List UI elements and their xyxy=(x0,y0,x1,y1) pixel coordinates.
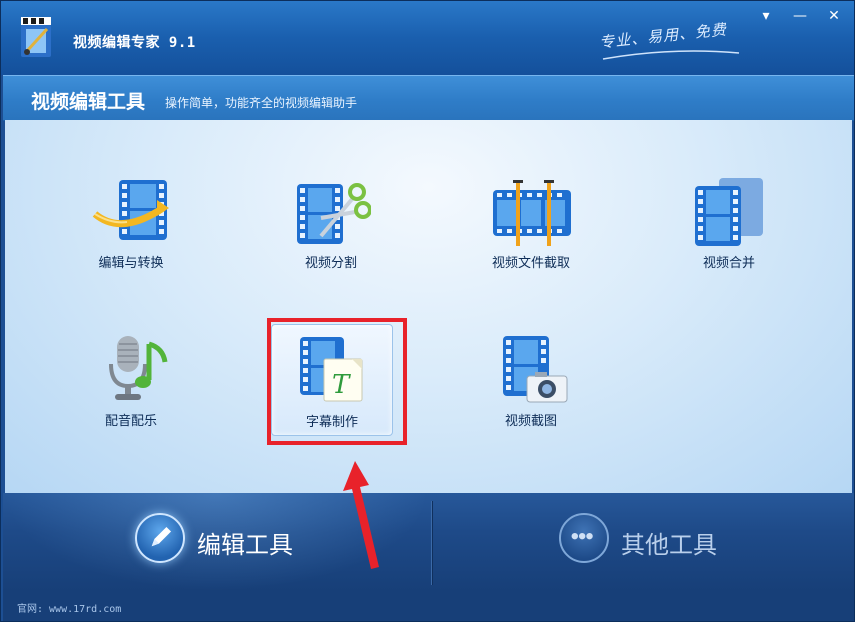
film-merge-icon xyxy=(695,178,763,246)
website-link[interactable]: 官网: www.17rd.com xyxy=(17,600,121,615)
footer: 官网: www.17rd.com xyxy=(3,591,854,621)
tool-video-merge[interactable]: 视频合并 xyxy=(667,178,791,288)
bottom-divider xyxy=(431,501,432,585)
highlight-box xyxy=(267,318,407,445)
tool-grid: 编辑与转换 视频分割 视频文件截取 视频合并 配音配乐 T 字幕制作 视频截图 xyxy=(5,120,852,493)
menu-dropdown-button[interactable]: ▾ xyxy=(755,7,777,25)
section-subtitle: 操作简单，功能齐全的视频编辑助手 xyxy=(165,96,358,110)
tool-label: 视频截图 xyxy=(504,414,557,429)
edit-tools-label: 编辑工具 xyxy=(197,531,293,559)
film-trim-icon xyxy=(493,180,571,246)
tool-video-trim[interactable]: 视频文件截取 xyxy=(469,178,593,288)
title-bar[interactable]: 视频编辑专家 9.1 专业、易用、免费 ▾ — ✕ xyxy=(1,1,854,75)
tool-label: 编辑与转换 xyxy=(98,256,164,271)
other-tools-button[interactable]: 其他工具 xyxy=(559,513,779,569)
tool-label: 配音配乐 xyxy=(104,414,157,429)
edit-tools-button[interactable]: 编辑工具 xyxy=(135,513,355,569)
tool-video-split[interactable]: 视频分割 xyxy=(269,178,393,288)
tool-video-screenshot[interactable]: 视频截图 xyxy=(469,336,593,446)
slogan-swoosh-icon xyxy=(602,50,740,60)
minimize-button[interactable]: — xyxy=(789,7,811,25)
other-tools-label: 其他工具 xyxy=(621,531,717,559)
microphone-music-icon xyxy=(109,336,168,400)
tool-label: 视频文件截取 xyxy=(491,256,570,271)
film-convert-icon xyxy=(92,180,169,240)
more-dots-icon xyxy=(559,513,609,563)
section-title: 视频编辑工具 xyxy=(31,91,146,113)
pencil-icon xyxy=(135,513,185,563)
section-header: 视频编辑工具 操作简单，功能齐全的视频编辑助手 xyxy=(3,75,854,121)
tool-label: 视频分割 xyxy=(304,256,357,271)
tool-dubbing-music[interactable]: 配音配乐 xyxy=(69,336,193,446)
close-button[interactable]: ✕ xyxy=(823,7,845,25)
app-logo-icon xyxy=(21,17,51,57)
bottom-nav: 编辑工具 其他工具 xyxy=(3,493,854,591)
tool-edit-convert[interactable]: 编辑与转换 xyxy=(69,178,193,288)
annotation-arrow-icon xyxy=(343,461,379,569)
tool-label: 视频合并 xyxy=(702,256,755,271)
film-camera-icon xyxy=(503,336,568,403)
app-window: 视频编辑专家 9.1 专业、易用、免费 ▾ — ✕ 视频编辑工具 操作简单，功能… xyxy=(0,0,855,622)
film-scissors-icon xyxy=(297,183,371,244)
window-title: 视频编辑专家 9.1 xyxy=(73,35,196,51)
